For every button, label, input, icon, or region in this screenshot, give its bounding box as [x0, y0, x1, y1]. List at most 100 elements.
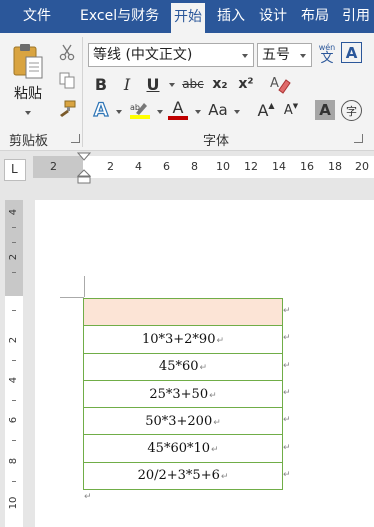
font-name-dropdown-icon[interactable] — [242, 54, 248, 58]
document-page[interactable]: 10*3+2*90↵ 45*60↵ 25*3+50↵ 50*3+200↵ 45*… — [35, 200, 374, 527]
table-row[interactable]: 45*60↵ — [83, 352, 283, 381]
paste-button[interactable]: 粘贴 — [6, 41, 50, 115]
table-row[interactable]: 45*60*10↵ — [83, 434, 283, 463]
paste-dropdown-caret[interactable] — [25, 111, 31, 115]
tab-design[interactable]: 设计 — [259, 0, 287, 33]
table-cell[interactable]: 45*60*10↵ — [83, 434, 283, 463]
font-color-bar — [168, 116, 188, 120]
table-row[interactable]: 20/2+3*5+6↵ — [83, 461, 283, 491]
row-end-mark: ↵ — [283, 361, 291, 371]
ruler-number: 2 — [107, 160, 114, 173]
clear-formatting-button[interactable]: A — [268, 73, 292, 95]
cell-text: 50*3+200 — [145, 413, 213, 429]
text-effects-dropdown-icon[interactable] — [116, 110, 122, 114]
table-cell[interactable]: 20/2+3*5+6↵ — [83, 461, 283, 491]
superscript-button[interactable]: x² — [235, 74, 257, 94]
formula-table[interactable]: 10*3+2*90↵ 45*60↵ 25*3+50↵ 50*3+200↵ 45*… — [83, 297, 283, 491]
vertical-ruler[interactable]: 4 2 2 4 6 8 10 — [5, 200, 23, 527]
strikethrough-button[interactable]: abc — [180, 74, 206, 94]
table-row[interactable]: 50*3+200↵ — [83, 407, 283, 436]
vertical-ruler-tick — [12, 360, 16, 361]
paste-label: 粘贴 — [14, 86, 42, 102]
font-color-dropdown-icon[interactable] — [195, 110, 201, 114]
crop-mark-horizontal — [60, 297, 84, 298]
change-case-button[interactable]: Aa — [205, 99, 231, 121]
strikethrough-glyph: abc — [182, 77, 204, 91]
font-size-value: 五号 — [262, 47, 290, 63]
cell-end-mark: ↵ — [220, 472, 229, 483]
table-header-row[interactable] — [83, 297, 283, 327]
vertical-ruler-number: 2 — [8, 336, 19, 344]
enclose-characters-glyph: 字 — [346, 104, 357, 118]
ruler-left-margin — [33, 156, 83, 178]
character-border-glyph: A — [345, 43, 358, 62]
enclose-characters-button[interactable]: 字 — [341, 100, 362, 121]
cell-text: 45*60 — [158, 359, 199, 375]
font-name-value: 等线 (中文正文) — [93, 47, 193, 63]
font-dialog-launcher[interactable] — [354, 134, 363, 143]
text-effects-glyph: A — [93, 98, 109, 121]
italic-glyph: I — [123, 74, 131, 94]
tab-file[interactable]: 文件 — [23, 0, 51, 33]
bold-button[interactable]: B — [91, 74, 111, 94]
text-effects-button[interactable]: A — [90, 98, 112, 121]
tab-excel-finance[interactable]: Excel与财务 — [80, 0, 159, 33]
clipboard-group-label: 剪贴板 — [9, 134, 49, 149]
underline-dropdown-icon[interactable] — [169, 83, 175, 87]
table-cell[interactable]: 45*60↵ — [83, 352, 283, 381]
cell-text: 20/2+3*5+6 — [137, 468, 220, 484]
ruler-number: 2 — [50, 160, 57, 173]
vertical-ruler-number: 8 — [8, 457, 19, 465]
cell-text: 45*60*10 — [147, 441, 211, 457]
highlight-dropdown-icon[interactable] — [157, 110, 163, 114]
font-color-button[interactable]: A — [166, 99, 190, 121]
phonetic-guide-button[interactable]: wén 文 — [316, 41, 338, 67]
table-cell[interactable]: 25*3+50↵ — [83, 379, 283, 409]
highlight-button[interactable]: ab — [127, 99, 153, 121]
clipboard-dialog-launcher[interactable] — [71, 134, 80, 143]
font-name-combobox[interactable]: 等线 (中文正文) — [88, 43, 254, 67]
tab-layout[interactable]: 布局 — [301, 0, 329, 33]
subscript-button[interactable]: x₂ — [209, 74, 231, 94]
font-color-glyph: A — [172, 98, 184, 117]
phonetic-bottom-glyph: 文 — [320, 50, 334, 66]
bold-glyph: B — [94, 74, 108, 94]
paragraph-mark: ↵ — [84, 492, 92, 502]
cell-end-mark: ↵ — [216, 335, 225, 346]
format-painter-icon — [60, 100, 76, 117]
grow-font-button[interactable]: A ▲ — [255, 99, 277, 121]
tab-insert[interactable]: 插入 — [217, 0, 245, 33]
table-row[interactable]: 25*3+50↵ — [83, 379, 283, 409]
shrink-font-button[interactable]: A ▼ — [280, 99, 302, 121]
indent-markers-icon[interactable] — [77, 151, 91, 185]
highlight-color-bar — [130, 115, 150, 119]
underline-button[interactable]: U — [143, 74, 163, 94]
tab-references[interactable]: 引用 — [342, 0, 370, 33]
vertical-ruler-tick — [12, 272, 16, 273]
table-cell[interactable]: 10*3+2*90↵ — [83, 325, 283, 354]
table-row[interactable]: 10*3+2*90↵ — [83, 325, 283, 354]
character-border-button[interactable]: A — [341, 42, 362, 63]
table-cell[interactable]: 50*3+200↵ — [83, 407, 283, 436]
vertical-ruler-number: 6 — [8, 416, 19, 424]
cell-text: 10*3+2*90 — [141, 331, 216, 347]
tab-home[interactable]: 开始 — [171, 3, 205, 33]
format-painter-button[interactable] — [56, 97, 78, 119]
vertical-ruler-tick — [12, 242, 16, 243]
change-case-dropdown-icon[interactable] — [234, 110, 240, 114]
copy-button[interactable] — [56, 69, 78, 91]
character-shading-button[interactable]: A — [315, 100, 335, 120]
row-end-mark: ↵ — [283, 415, 291, 425]
svg-text:ab: ab — [130, 103, 140, 112]
cut-button[interactable] — [56, 41, 78, 63]
tab-selector-glyph: L — [11, 162, 18, 176]
row-end-mark: ↵ — [283, 470, 291, 480]
table-header-cell[interactable] — [83, 297, 283, 327]
font-size-combobox[interactable]: 五号 — [257, 43, 312, 67]
tab-selector-button[interactable]: L — [4, 159, 26, 181]
italic-button[interactable]: I — [117, 74, 137, 94]
eraser-icon: A — [270, 76, 291, 94]
font-size-dropdown-icon[interactable] — [300, 54, 306, 58]
vertical-ruler-number: 4 — [8, 208, 19, 216]
group-divider — [82, 37, 83, 147]
